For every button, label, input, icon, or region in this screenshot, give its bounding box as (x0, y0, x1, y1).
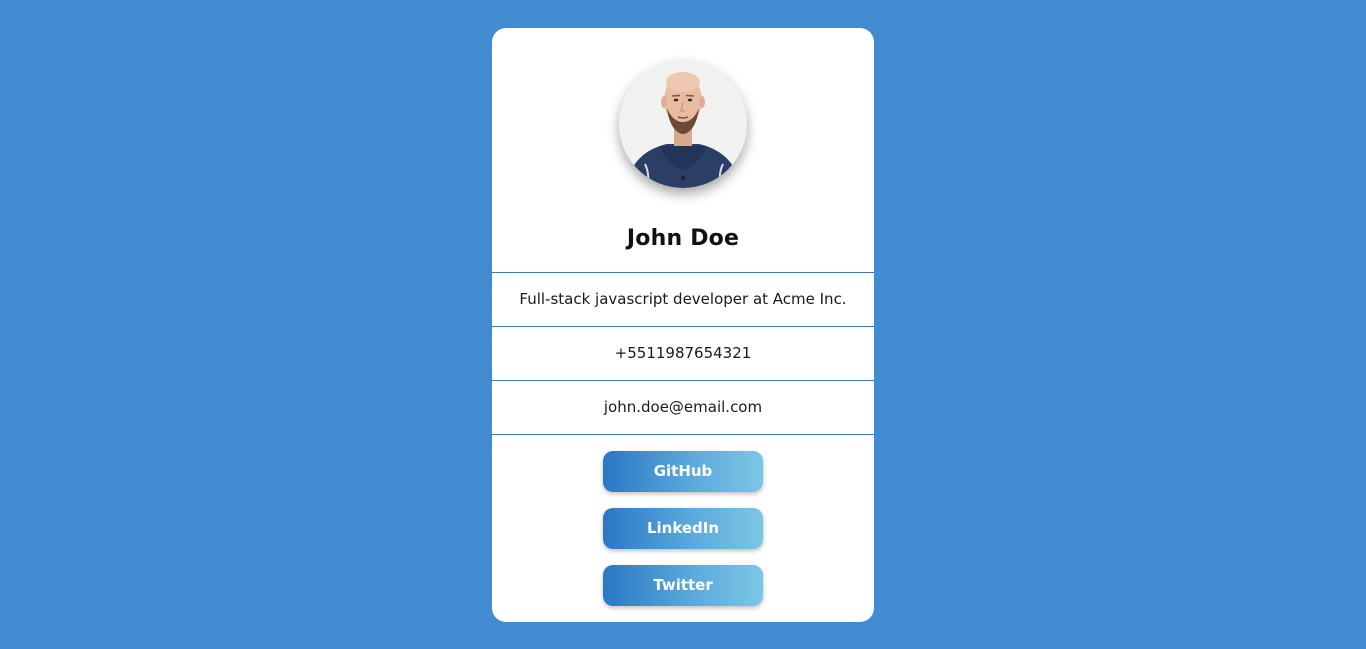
profile-card: John Doe Full-stack javascript developer… (492, 28, 874, 622)
twitter-button[interactable]: Twitter (603, 565, 763, 606)
profile-name: John Doe (626, 226, 740, 251)
github-button[interactable]: GitHub (603, 451, 763, 492)
profile-bio: Full-stack javascript developer at Acme … (492, 272, 874, 326)
avatar (619, 60, 747, 188)
profile-phone: +5511987654321 (492, 326, 874, 380)
linkedin-button[interactable]: LinkedIn (603, 508, 763, 549)
divider (492, 434, 874, 435)
profile-photo (619, 60, 747, 188)
profile-email: john.doe@email.com (492, 380, 874, 434)
